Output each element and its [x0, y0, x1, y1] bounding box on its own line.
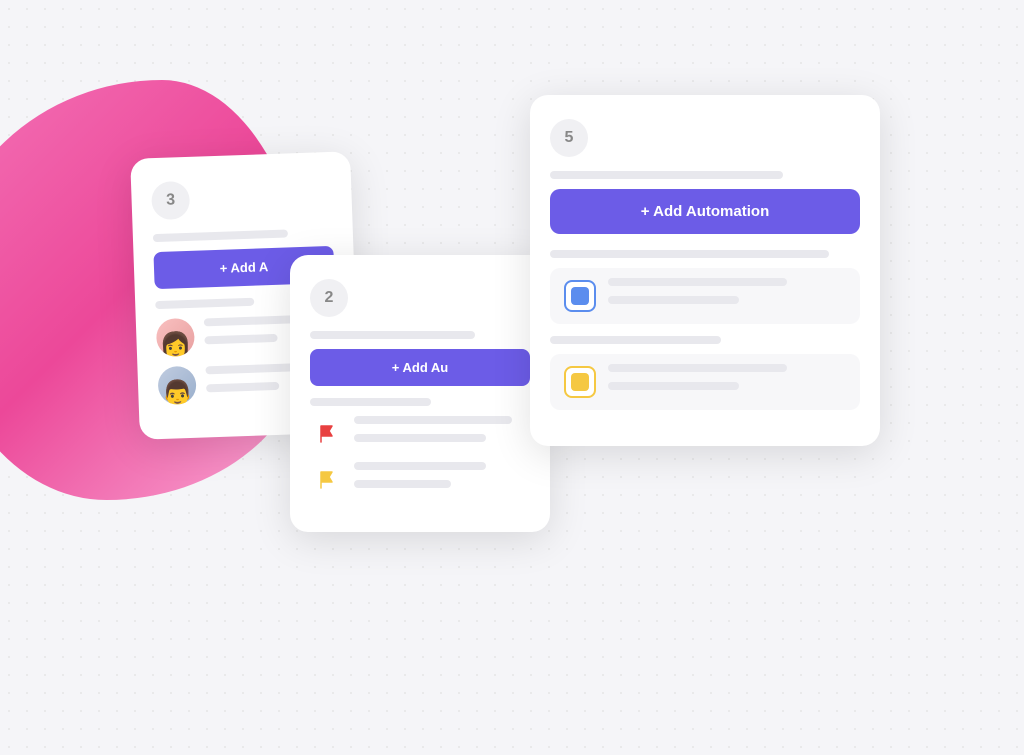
card-3-add-button[interactable]: + Add Automation — [550, 189, 860, 234]
card-2-line-2 — [310, 398, 431, 406]
card-3-line-2 — [550, 336, 721, 344]
checkbox-yellow-icon — [564, 366, 596, 398]
flag-red-icon — [310, 417, 344, 451]
card-2-line-1 — [310, 331, 475, 339]
card-2-flag-row-2 — [310, 462, 530, 498]
avatar-male: 👨 — [157, 366, 196, 405]
card-1-line-1 — [153, 229, 288, 242]
flag-yellow-icon — [310, 463, 344, 497]
card-2-flag-row-1 — [310, 416, 530, 452]
card-1-number: 3 — [151, 181, 190, 220]
avatar-female: 👩 — [156, 318, 195, 357]
card-2: 2 + Add Au — [290, 255, 550, 532]
card-3-item-yellow — [550, 354, 860, 410]
card-3-number: 5 — [550, 119, 588, 157]
card-1-line-2 — [155, 298, 254, 309]
checkbox-blue-icon — [564, 280, 596, 312]
card-3: 5 + Add Automation — [530, 95, 880, 446]
card-3-line-1 — [550, 250, 829, 258]
card-2-add-button[interactable]: + Add Au — [310, 349, 530, 386]
card-2-number: 2 — [310, 279, 348, 317]
card-3-item-blue — [550, 268, 860, 324]
card-3-line-top — [550, 171, 783, 179]
